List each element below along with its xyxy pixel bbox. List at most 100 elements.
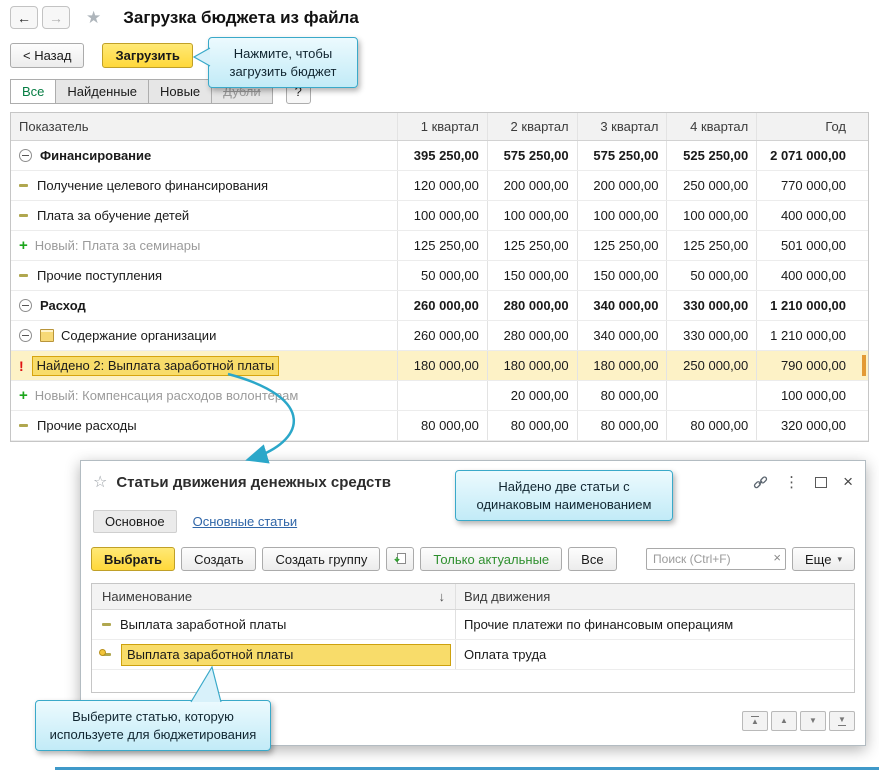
budget-value-cell[interactable]: 790 000,00: [756, 351, 868, 380]
budget-value-cell[interactable]: 80 000,00: [397, 411, 487, 440]
budget-value-cell[interactable]: 395 250,00: [397, 141, 487, 170]
budget-row[interactable]: ! Найдено 2: Выплата заработной платы 180 …: [11, 351, 868, 381]
create-group-button[interactable]: Создать группу: [262, 547, 381, 571]
more-menu-icon[interactable]: ⋮: [784, 473, 799, 491]
column-header-type[interactable]: Вид движения: [455, 584, 854, 609]
budget-value-cell[interactable]: 180 000,00: [576, 351, 667, 380]
budget-value-cell[interactable]: 20 000,00: [486, 381, 577, 410]
only-actual-button[interactable]: Только актуальные: [420, 547, 563, 571]
collapse-tree-icon[interactable]: [19, 299, 32, 312]
budget-value-cell[interactable]: 2 071 000,00: [756, 141, 868, 170]
copy-button[interactable]: [386, 547, 415, 571]
budget-value-cell[interactable]: 340 000,00: [576, 321, 667, 350]
budget-value-cell[interactable]: 180 000,00: [397, 351, 487, 380]
budget-value-cell[interactable]: 125 250,00: [397, 231, 487, 260]
go-next-button[interactable]: ▼: [800, 711, 826, 731]
budget-value-cell[interactable]: 501 000,00: [756, 231, 868, 260]
column-header-year[interactable]: Год: [756, 113, 868, 140]
clear-search-icon[interactable]: ×: [773, 550, 781, 565]
column-header-indicator[interactable]: Показатель: [11, 113, 397, 140]
budget-value-cell[interactable]: 100 000,00: [397, 201, 487, 230]
budget-value-cell[interactable]: 100 000,00: [486, 201, 577, 230]
search-input[interactable]: [646, 548, 787, 570]
budget-value-cell[interactable]: 150 000,00: [486, 261, 577, 290]
budget-value-cell[interactable]: 280 000,00: [486, 321, 577, 350]
budget-value-cell[interactable]: [666, 381, 756, 410]
budget-value-cell[interactable]: 400 000,00: [756, 201, 868, 230]
budget-row[interactable]: Прочие поступления 50 000,00 150 000,00 150…: [11, 261, 868, 291]
column-header-name[interactable]: Наименование ↓: [92, 584, 455, 609]
budget-value-cell[interactable]: 1 210 000,00: [756, 291, 868, 320]
budget-value-cell[interactable]: 320 000,00: [756, 411, 868, 440]
budget-value-cell[interactable]: 100 000,00: [576, 201, 667, 230]
create-button[interactable]: Создать: [181, 547, 257, 571]
go-prev-button[interactable]: ▲: [771, 711, 797, 731]
budget-value-cell[interactable]: 330 000,00: [666, 321, 756, 350]
budget-value-cell[interactable]: 150 000,00: [576, 261, 667, 290]
budget-value-cell[interactable]: 330 000,00: [666, 291, 756, 320]
budget-row[interactable]: Получение целевого финансирования 120 000…: [11, 171, 868, 201]
link-main-items[interactable]: Основные статьи: [193, 514, 298, 529]
budget-value-cell[interactable]: 250 000,00: [666, 351, 756, 380]
budget-value-cell[interactable]: 50 000,00: [666, 261, 756, 290]
tab-found[interactable]: Найденные: [55, 79, 150, 104]
dialog-favorite-star-icon[interactable]: ☆: [93, 472, 107, 492]
all-button[interactable]: Все: [568, 547, 617, 571]
collapse-tree-icon[interactable]: [19, 149, 32, 162]
dialog-table-row[interactable]: Выплата заработной платы Оплата труда: [92, 640, 854, 670]
budget-value-cell[interactable]: 280 000,00: [486, 291, 577, 320]
budget-row[interactable]: + Новый: Компенсация расходов волонтерам 2…: [11, 381, 868, 411]
budget-value-cell[interactable]: 575 250,00: [576, 141, 667, 170]
budget-value-cell[interactable]: 125 250,00: [576, 231, 667, 260]
budget-row[interactable]: Расход 260 000,00 280 000,00 340 000,00 330 …: [11, 291, 868, 321]
budget-value-cell[interactable]: 1 210 000,00: [756, 321, 868, 350]
budget-value-cell[interactable]: 770 000,00: [756, 171, 868, 200]
history-forward-button[interactable]: →: [42, 6, 70, 29]
maximize-icon[interactable]: [815, 476, 828, 488]
budget-value-cell[interactable]: 125 250,00: [666, 231, 756, 260]
history-back-button[interactable]: ←: [10, 6, 38, 29]
tab-main[interactable]: Основное: [93, 509, 177, 533]
column-header-q2[interactable]: 2 квартал: [486, 113, 577, 140]
budget-value-cell[interactable]: 80 000,00: [666, 411, 756, 440]
column-header-q4[interactable]: 4 квартал: [666, 113, 756, 140]
budget-row[interactable]: Плата за обучение детей 100 000,00 100 000…: [11, 201, 868, 231]
budget-row[interactable]: Содержание организации 260 000,00 280 000,…: [11, 321, 868, 351]
budget-value-cell[interactable]: 80 000,00: [576, 381, 667, 410]
favorite-star-icon[interactable]: ★: [86, 8, 101, 28]
budget-value-cell[interactable]: 260 000,00: [397, 321, 487, 350]
budget-row[interactable]: Прочие расходы 80 000,00 80 000,00 80 000,0…: [11, 411, 868, 441]
go-first-button[interactable]: ▲: [742, 711, 768, 731]
column-header-q1[interactable]: 1 квартал: [397, 113, 487, 140]
budget-value-cell[interactable]: 80 000,00: [486, 411, 577, 440]
more-button[interactable]: Еще ▾: [792, 547, 855, 571]
collapse-tree-icon[interactable]: [19, 329, 32, 342]
budget-value-cell[interactable]: 340 000,00: [576, 291, 667, 320]
go-last-button[interactable]: ▼: [829, 711, 855, 731]
budget-value-cell[interactable]: 200 000,00: [486, 171, 577, 200]
budget-value-cell[interactable]: [397, 381, 487, 410]
budget-value-cell[interactable]: 50 000,00: [397, 261, 487, 290]
select-button[interactable]: Выбрать: [91, 547, 176, 571]
budget-value-cell[interactable]: 525 250,00: [666, 141, 756, 170]
budget-row[interactable]: + Новый: Плата за семинары 125 250,00 125 2…: [11, 231, 868, 261]
link-icon[interactable]: [753, 475, 768, 490]
budget-value-cell[interactable]: 125 250,00: [486, 231, 577, 260]
budget-value-cell[interactable]: 575 250,00: [486, 141, 577, 170]
dialog-table-row[interactable]: Выплата заработной платы Прочие платежи п…: [92, 610, 854, 640]
budget-value-cell[interactable]: 100 000,00: [756, 381, 868, 410]
budget-value-cell[interactable]: 100 000,00: [666, 201, 756, 230]
tab-new[interactable]: Новые: [148, 79, 213, 104]
budget-value-cell[interactable]: 260 000,00: [397, 291, 487, 320]
close-icon[interactable]: ×: [843, 472, 853, 492]
back-button[interactable]: < Назад: [10, 43, 85, 68]
column-header-q3[interactable]: 3 квартал: [576, 113, 667, 140]
budget-value-cell[interactable]: 180 000,00: [486, 351, 577, 380]
load-button[interactable]: Загрузить: [102, 43, 193, 68]
budget-value-cell[interactable]: 80 000,00: [576, 411, 667, 440]
budget-value-cell[interactable]: 120 000,00: [397, 171, 487, 200]
budget-value-cell[interactable]: 200 000,00: [576, 171, 667, 200]
budget-row[interactable]: Финансирование 395 250,00 575 250,00 575 25…: [11, 141, 868, 171]
budget-value-cell[interactable]: 400 000,00: [756, 261, 868, 290]
tab-all[interactable]: Все: [10, 79, 57, 104]
